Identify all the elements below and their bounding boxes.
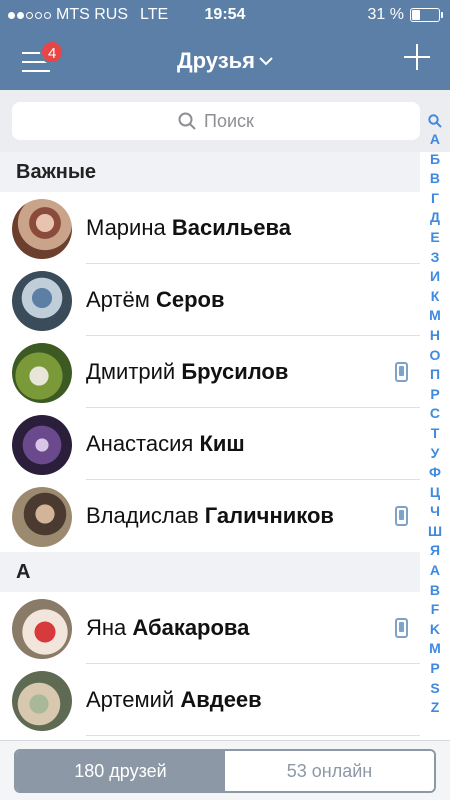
index-letter[interactable]: Ш xyxy=(428,522,442,542)
status-bar: MTS RUS LTE 19:54 31 % xyxy=(0,0,450,30)
index-search-icon[interactable] xyxy=(428,112,442,130)
index-letter[interactable]: Ч xyxy=(430,502,440,522)
mobile-phone-icon xyxy=(395,506,408,526)
friend-name: Яна Абакарова xyxy=(86,592,249,664)
index-letter[interactable]: К xyxy=(431,287,440,307)
tab-online-friends[interactable]: 53 онлайн xyxy=(225,751,434,791)
index-letter[interactable]: А xyxy=(430,130,440,150)
index-letter[interactable]: Е xyxy=(430,228,439,248)
nav-bar: 4 Друзья xyxy=(0,30,450,90)
friend-last-name: Киш xyxy=(199,431,245,456)
avatar xyxy=(12,487,72,547)
index-letter[interactable]: С xyxy=(430,404,440,424)
index-letter[interactable]: F xyxy=(431,600,440,620)
friend-first-name: Дмитрий xyxy=(86,359,182,384)
friend-row[interactable]: Анастасия Киш xyxy=(0,408,420,480)
status-right: 31 % xyxy=(367,6,443,24)
friend-row[interactable]: Артём Серов xyxy=(0,264,420,336)
index-letter[interactable]: Z xyxy=(431,698,440,718)
index-letter[interactable]: З xyxy=(431,248,440,268)
chevron-down-icon xyxy=(259,53,273,69)
battery-icon xyxy=(410,8,443,22)
friend-row[interactable]: Яна Абакарова xyxy=(0,592,420,664)
alphabet-index[interactable]: АБВГДЕЗИКМНОПРСТУФЦЧШЯABFKMPSZ xyxy=(420,112,450,732)
row-divider xyxy=(86,735,420,736)
friend-last-name: Серов xyxy=(155,287,225,312)
friend-name: Дмитрий Брусилов xyxy=(86,336,288,408)
friend-name: Марина Васильева xyxy=(86,192,291,264)
tab-all-friends[interactable]: 180 друзей xyxy=(16,751,225,791)
index-letter[interactable]: M xyxy=(429,639,441,659)
index-letter[interactable]: Т xyxy=(431,424,440,444)
mobile-phone-icon xyxy=(395,618,408,638)
index-letter[interactable]: Р xyxy=(430,385,439,405)
avatar xyxy=(12,343,72,403)
index-letter[interactable]: S xyxy=(430,679,439,699)
friends-segmented-control: 180 друзей 53 онлайн xyxy=(14,749,436,793)
index-letter[interactable]: Д xyxy=(430,208,440,228)
battery-percent: 31 % xyxy=(367,6,404,23)
index-letter[interactable]: П xyxy=(430,365,440,385)
index-letter[interactable]: A xyxy=(430,561,440,581)
avatar xyxy=(12,271,72,331)
avatar xyxy=(12,671,72,731)
friend-last-name: Васильева xyxy=(171,215,291,240)
index-letter[interactable]: Ф xyxy=(429,463,441,483)
friend-last-name: Авдеев xyxy=(180,687,262,712)
index-letter[interactable]: Г xyxy=(431,189,439,209)
friend-name: Артём Серов xyxy=(86,264,225,336)
friend-row[interactable]: Марина Васильева xyxy=(0,192,420,264)
avatar xyxy=(12,415,72,475)
index-letter[interactable]: Н xyxy=(430,326,440,346)
avatar xyxy=(12,599,72,659)
friend-row[interactable]: Владислав Галичников xyxy=(0,480,420,552)
section-header: А xyxy=(0,552,420,592)
index-letter[interactable]: И xyxy=(430,267,440,287)
index-letter[interactable]: K xyxy=(430,620,440,640)
friend-last-name: Галичников xyxy=(204,503,334,528)
index-letter[interactable]: Б xyxy=(430,150,440,170)
friend-first-name: Анастасия xyxy=(86,431,200,456)
index-letter[interactable]: Я xyxy=(430,541,440,561)
friend-first-name: Артём xyxy=(86,287,156,312)
friend-name: Владислав Галичников xyxy=(86,480,334,552)
search-input[interactable]: Поиск xyxy=(12,102,420,140)
friend-name: Анастасия Киш xyxy=(86,408,245,480)
friend-first-name: Владислав xyxy=(86,503,205,528)
friends-filter-dropdown[interactable]: Друзья xyxy=(0,48,450,74)
index-letter[interactable]: М xyxy=(429,306,441,326)
search-icon xyxy=(178,112,196,130)
friend-first-name: Артемий xyxy=(86,687,181,712)
avatar xyxy=(12,199,72,259)
bottom-bar: 180 друзей 53 онлайн xyxy=(0,740,450,800)
index-letter[interactable]: Ц xyxy=(430,483,440,503)
add-friend-button[interactable] xyxy=(402,42,432,72)
friend-last-name: Абакарова xyxy=(132,615,250,640)
friend-last-name: Брусилов xyxy=(181,359,289,384)
index-letter[interactable]: B xyxy=(430,581,440,601)
search-placeholder: Поиск xyxy=(204,110,254,131)
friend-name: Артемий Авдеев xyxy=(86,664,262,736)
index-letter[interactable]: В xyxy=(430,169,440,189)
search-area: Поиск xyxy=(0,90,450,152)
friend-first-name: Марина xyxy=(86,215,172,240)
index-letter[interactable]: У xyxy=(431,444,440,464)
mobile-phone-icon xyxy=(395,362,408,382)
friend-row[interactable]: Артемий Авдеев xyxy=(0,664,420,736)
friend-row[interactable]: Дмитрий Брусилов xyxy=(0,336,420,408)
section-header: Важные xyxy=(0,152,420,192)
index-letter[interactable]: P xyxy=(430,659,439,679)
friend-first-name: Яна xyxy=(86,615,133,640)
index-letter[interactable]: О xyxy=(430,346,441,366)
page-title: Друзья xyxy=(176,48,256,73)
